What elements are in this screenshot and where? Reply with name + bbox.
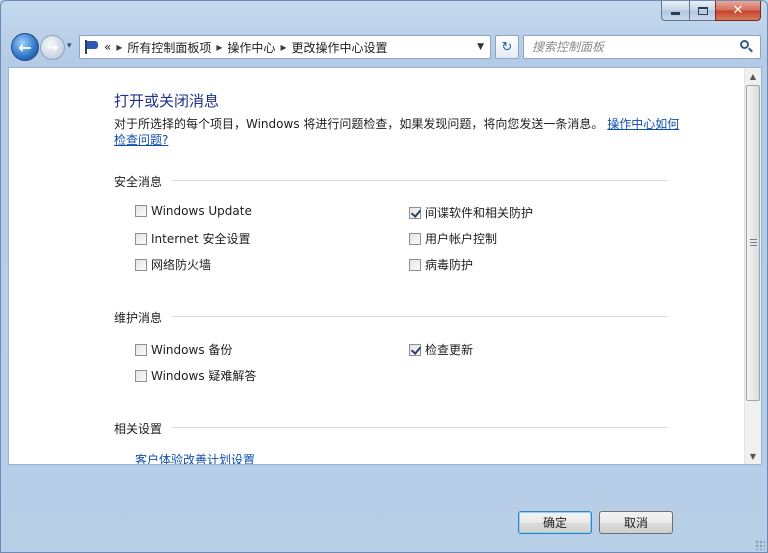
page-description: 对于所选择的每个项目，Windows 将进行问题检查，如果发现问题，将向您发送一… [114,116,684,148]
breadcrumb-action-center[interactable]: 操作中心 [227,39,275,56]
checkbox-box[interactable] [409,258,421,271]
checkbox-label: Windows 疑难解答 [151,369,257,383]
scroll-down-icon[interactable]: ▼ [745,448,761,464]
breadcrumb-separator[interactable]: ▸ [280,40,286,54]
checkbox-box[interactable] [409,232,421,245]
checkbox-windows-update[interactable]: Windows Update [135,204,252,218]
recent-pages-button[interactable]: ▾ [67,41,72,51]
address-bar[interactable]: « ▸ 所有控制面板项 ▸ 操作中心 ▸ 更改操作中心设置 ▼ [79,35,491,59]
section-divider [171,180,667,181]
maximize-icon [697,6,708,15]
checkbox-windows-backup[interactable]: Windows 备份 [135,341,232,358]
page-title: 打开或关闭消息 [114,92,220,110]
section-label-related: 相关设置 [114,422,163,436]
resize-grip-icon[interactable] [755,540,765,550]
close-icon: ✕ [732,3,744,18]
checkbox-box[interactable] [409,343,421,356]
back-arrow-icon: ← [18,37,32,57]
checkbox-label: 间谍软件和相关防护 [425,206,534,220]
checkbox-user-account-control[interactable]: 用户帐户控制 [409,230,497,247]
search-input[interactable] [523,35,761,59]
checkbox-box[interactable] [135,232,147,245]
vertical-scrollbar[interactable]: ▲ ▼ [744,68,761,464]
chevron-down-icon: ▾ [67,41,72,51]
checkbox-box[interactable] [409,206,421,219]
checkbox-windows-troubleshooting[interactable]: Windows 疑难解答 [135,367,256,384]
checkbox-label: Internet 安全设置 [151,232,251,246]
search-icon[interactable] [739,39,755,55]
checkbox-spyware-protection[interactable]: 间谍软件和相关防护 [409,204,533,221]
refresh-icon: ↻ [501,39,513,55]
forward-arrow-icon: → [46,39,59,56]
checkbox-virus-protection[interactable]: 病毒防护 [409,256,473,273]
section-divider [171,316,667,317]
breadcrumb-all-control-panel-items[interactable]: 所有控制面板项 [127,39,211,56]
checkbox-box[interactable] [135,258,147,271]
checkbox-label: Windows Update [151,204,252,218]
forward-button[interactable]: → [40,35,65,60]
close-button[interactable]: ✕ [715,1,761,21]
minimize-icon [671,12,680,15]
back-button[interactable]: ← [11,33,39,61]
breadcrumb-change-settings[interactable]: 更改操作中心设置 [291,39,387,56]
minimize-button[interactable] [661,1,689,21]
cancel-button[interactable]: 取消 [599,511,673,534]
breadcrumb-separator[interactable]: ▸ [116,40,122,54]
breadcrumb-separator[interactable]: ▸ [216,40,222,54]
window-frame: ✕ ← → ▾ « ▸ 所有控制面板项 ▸ 操作中心 ▸ 更改操作中心设置 ▼ … [0,0,768,553]
checkbox-check-updates[interactable]: 检查更新 [409,341,473,358]
description-text: 对于所选择的每个项目，Windows 将进行问题检查，如果发现问题，将向您发送一… [114,117,604,131]
maximize-button[interactable] [689,1,715,21]
checkbox-label: 网络防火墙 [151,258,212,272]
checkbox-label: 病毒防护 [425,258,474,272]
ok-button[interactable]: 确定 [518,511,592,534]
refresh-button[interactable]: ↻ [495,35,519,59]
checkbox-label: 检查更新 [425,343,474,357]
checkbox-internet-security[interactable]: Internet 安全设置 [135,230,250,247]
caption-buttons: ✕ [661,1,761,21]
ceip-settings-link[interactable]: 客户体验改善计划设置 [135,451,255,464]
section-divider [171,427,667,428]
action-center-flag-icon [84,40,100,54]
content-pane: 打开或关闭消息 对于所选择的每个项目，Windows 将进行问题检查，如果发现问… [8,67,762,465]
checkbox-network-firewall[interactable]: 网络防火墙 [135,256,211,273]
checkbox-box[interactable] [135,369,147,382]
scroll-up-icon[interactable]: ▲ [745,68,761,84]
scroll-thumb[interactable] [746,85,760,401]
section-label-maintenance: 维护消息 [114,311,163,325]
checkbox-box[interactable] [135,343,147,356]
checkbox-label: Windows 备份 [151,343,233,357]
checkbox-label: 用户帐户控制 [425,232,498,246]
section-label-security: 安全消息 [114,175,163,189]
address-dropdown-icon[interactable]: ▼ [477,42,484,52]
checkbox-box[interactable] [135,205,147,217]
address-overflow-chevrons[interactable]: « [104,40,111,54]
